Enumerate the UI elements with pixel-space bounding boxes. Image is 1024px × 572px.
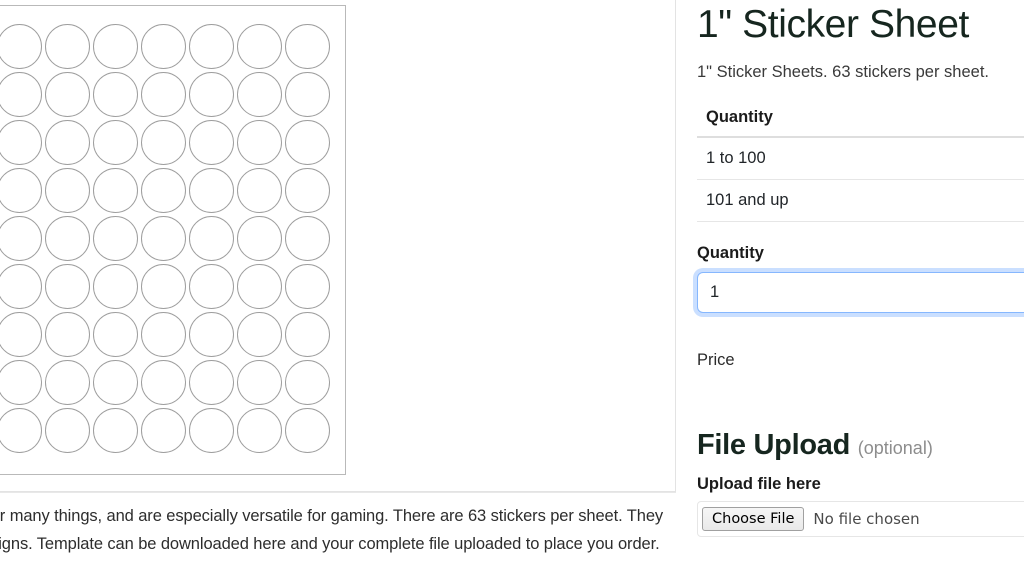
content-divider [0, 492, 676, 493]
sticker-circle [236, 263, 282, 309]
cell-quantity-range: 1 to 100 [697, 137, 981, 180]
sticker-circle [140, 167, 186, 213]
sticker-circle [188, 167, 234, 213]
sticker-circle [236, 167, 282, 213]
sticker-circle [92, 359, 138, 405]
sticker-circle [236, 71, 282, 117]
sticker-circle [0, 215, 42, 261]
sticker-circle [284, 71, 330, 117]
sticker-circle [284, 359, 330, 405]
page-title: 1" Sticker Sheet [697, 3, 969, 46]
quantity-input[interactable] [697, 272, 1024, 313]
sticker-circle [44, 71, 90, 117]
product-details-panel: 1" Sticker Sheet 1" Sticker Sheets. 63 s… [697, 0, 1024, 537]
sticker-circle [188, 215, 234, 261]
sticker-circle [140, 23, 186, 69]
pricing-table-body: 1 to 100 $1.25 101 and up $1.15 [697, 137, 1024, 222]
sticker-circle [92, 311, 138, 357]
cell-unit-price: $1.15 [980, 179, 1024, 222]
sticker-circle [92, 167, 138, 213]
sticker-circle [140, 263, 186, 309]
sticker-circle [284, 407, 330, 453]
page-root: Our 1" sticker sheets can be used for ma… [0, 0, 1024, 572]
sticker-circle [284, 311, 330, 357]
sticker-circle [188, 407, 234, 453]
sticker-circle [0, 359, 42, 405]
upload-field-label: Upload file here [697, 475, 821, 493]
cell-quantity-range: 101 and up [697, 179, 981, 222]
product-subtitle: 1" Sticker Sheets. 63 stickers per sheet… [697, 63, 989, 81]
sticker-circle [284, 215, 330, 261]
sticker-circle [92, 263, 138, 309]
sticker-circle [236, 407, 282, 453]
table-row: 1 to 100 $1.25 [697, 137, 1024, 180]
product-description: Our 1" sticker sheets can be used for ma… [0, 507, 664, 553]
sticker-circle [92, 407, 138, 453]
sticker-circle [188, 71, 234, 117]
sticker-circle [236, 311, 282, 357]
sticker-circle [0, 167, 42, 213]
cell-unit-price: $1.25 [980, 137, 1024, 180]
column-header-quantity: Quantity [697, 102, 981, 138]
sticker-circle [236, 23, 282, 69]
sticker-sheet-grid [0, 22, 331, 454]
sticker-circle [188, 23, 234, 69]
pricing-table-head: Quantity Price [697, 102, 1024, 138]
sticker-circle [140, 71, 186, 117]
sticker-circle [0, 119, 42, 165]
sticker-circle [0, 311, 42, 357]
sticker-circle [140, 215, 186, 261]
pricing-table: Quantity Price 1 to 100 $1.25 101 and up… [697, 102, 1024, 222]
file-upload-heading-text: File Upload [697, 429, 850, 461]
sticker-circle [44, 263, 90, 309]
sticker-circle [140, 119, 186, 165]
sticker-circle [188, 359, 234, 405]
sticker-circle [44, 23, 90, 69]
sticker-circle [0, 23, 42, 69]
sticker-circle [236, 119, 282, 165]
sticker-circle [0, 263, 42, 309]
product-image-card[interactable] [0, 0, 676, 492]
sticker-circle [284, 263, 330, 309]
sticker-sheet-graphic [0, 5, 346, 475]
table-header-row: Quantity Price [697, 102, 1024, 138]
sticker-circle [92, 119, 138, 165]
price-result-label: Price [697, 351, 735, 369]
product-image-column [0, 0, 676, 492]
sticker-circle [44, 167, 90, 213]
quantity-label: Quantity [697, 244, 764, 262]
sticker-circle [188, 263, 234, 309]
sticker-circle [44, 119, 90, 165]
sticker-circle [0, 71, 42, 117]
sticker-circle [140, 407, 186, 453]
sticker-circle [44, 215, 90, 261]
sticker-circle [44, 311, 90, 357]
file-upload-heading: File Upload (optional) [697, 428, 1024, 465]
table-row: 101 and up $1.15 [697, 179, 1024, 222]
sticker-circle [284, 23, 330, 69]
sticker-circle [188, 119, 234, 165]
sticker-circle [140, 311, 186, 357]
sticker-circle [236, 359, 282, 405]
file-input-row[interactable]: Choose File No file chosen [697, 501, 1024, 537]
sticker-circle [44, 407, 90, 453]
sticker-circle [44, 359, 90, 405]
sticker-circle [188, 311, 234, 357]
sticker-circle [140, 359, 186, 405]
sticker-circle [92, 71, 138, 117]
choose-file-button[interactable]: Choose File [702, 507, 805, 531]
column-header-price: Price [980, 102, 1024, 138]
sticker-circle [236, 215, 282, 261]
file-upload-optional-note: (optional) [857, 438, 933, 458]
sticker-circle [92, 23, 138, 69]
file-status-text: No file chosen [813, 510, 920, 528]
sticker-circle [92, 215, 138, 261]
sticker-circle [284, 119, 330, 165]
sticker-circle [284, 167, 330, 213]
sticker-circle [0, 407, 42, 453]
